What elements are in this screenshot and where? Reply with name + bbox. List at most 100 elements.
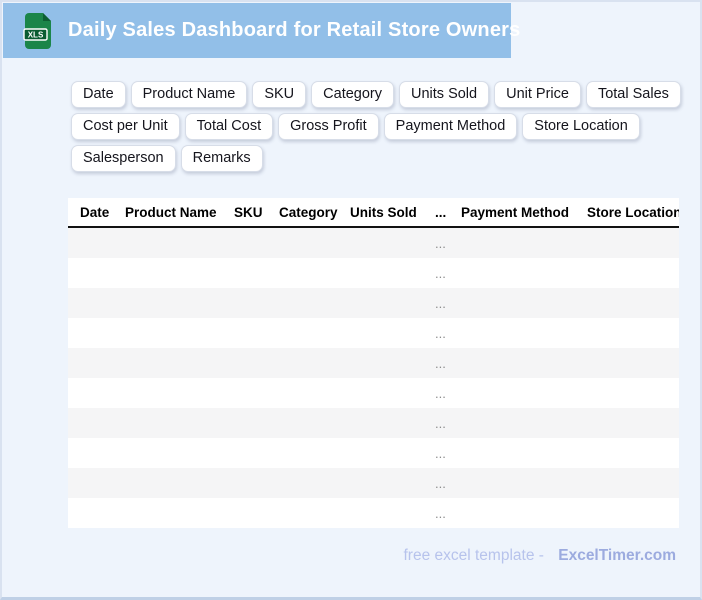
column-header-store-location: Store Location	[587, 198, 679, 228]
table-cell	[234, 498, 279, 528]
table-cell	[461, 408, 587, 438]
table-row-8: ...	[68, 438, 679, 468]
xls-file-icon: XLS	[23, 12, 51, 49]
table-cell	[461, 258, 587, 288]
column-header-sku: SKU	[234, 198, 279, 228]
table-cell	[587, 498, 679, 528]
table-cell	[461, 438, 587, 468]
table-cell	[587, 378, 679, 408]
field-chip-gross-profit[interactable]: Gross Profit	[278, 113, 379, 140]
field-chip-total-sales[interactable]: Total Sales	[585, 81, 681, 108]
table-row-2: ...	[68, 258, 679, 288]
table-cell	[279, 318, 350, 348]
table-cell	[461, 227, 587, 258]
table-cell	[279, 288, 350, 318]
table-cell: ...	[435, 408, 461, 438]
table-header-row: Date Product Name SKU Category Units Sold...…	[68, 198, 679, 228]
table-cell	[68, 288, 125, 318]
table-cell	[234, 468, 279, 498]
table-cell: ...	[435, 468, 461, 498]
column-header-ellipsis: ...	[435, 198, 461, 228]
table-cell	[68, 318, 125, 348]
table-row-10: ...	[68, 498, 679, 528]
table-cell	[350, 438, 435, 468]
footer-brand-link[interactable]: ExcelTimer.com	[558, 547, 676, 564]
field-chip-sku[interactable]: SKU	[252, 81, 307, 108]
table-cell: ...	[435, 227, 461, 258]
table-cell	[587, 348, 679, 378]
table-row-6: ...	[68, 378, 679, 408]
table-cell	[234, 408, 279, 438]
table-row-3: ...	[68, 288, 679, 318]
table-cell	[125, 288, 234, 318]
table-cell	[587, 318, 679, 348]
field-chip-date[interactable]: Date	[71, 81, 126, 108]
table-cell	[125, 348, 234, 378]
field-chip-salesperson[interactable]: Salesperson	[71, 145, 176, 172]
chip-row-2: Cost per Unit Total Cost Gross Profit Payme…	[71, 113, 681, 140]
field-chip-remarks[interactable]: Remarks	[180, 145, 263, 172]
table-row-4: ...	[68, 318, 679, 348]
table-cell	[125, 378, 234, 408]
chip-row-1: Date Product Name SKU Category Units Sold Uni…	[71, 81, 681, 108]
table-cell	[234, 258, 279, 288]
table-cell: ...	[435, 258, 461, 288]
table-cell	[587, 258, 679, 288]
field-chip-store-location[interactable]: Store Location	[522, 113, 640, 140]
table-cell	[350, 498, 435, 528]
table-cell	[125, 258, 234, 288]
table-cell	[461, 288, 587, 318]
field-chip-total-cost[interactable]: Total Cost	[184, 113, 274, 140]
table-cell	[279, 438, 350, 468]
table-cell	[125, 498, 234, 528]
table-cell	[461, 318, 587, 348]
table-cell	[125, 408, 234, 438]
table-cell	[350, 468, 435, 498]
table-cell: ...	[435, 348, 461, 378]
table-cell	[350, 348, 435, 378]
field-chip-unit-price[interactable]: Unit Price	[494, 81, 581, 108]
table-cell	[587, 438, 679, 468]
field-chip-category[interactable]: Category	[311, 81, 394, 108]
column-header-product-name: Product Name	[125, 198, 234, 228]
field-chip-payment-method[interactable]: Payment Method	[383, 113, 518, 140]
table-cell: ...	[435, 498, 461, 528]
table-cell	[68, 408, 125, 438]
footer: free excel template - ExcelTimer.com	[403, 547, 676, 565]
table-cell	[587, 468, 679, 498]
table-row-1: ...	[68, 227, 679, 258]
field-chip-product-name[interactable]: Product Name	[130, 81, 248, 108]
footer-free-text: free excel template -	[403, 547, 544, 564]
table-row-9: ...	[68, 468, 679, 498]
table-cell	[279, 408, 350, 438]
table-header: Date Product Name SKU Category Units Sold...…	[68, 198, 679, 228]
table-row-7: ...	[68, 408, 679, 438]
field-chip-cost-per-unit[interactable]: Cost per Unit	[71, 113, 180, 140]
table-cell	[587, 288, 679, 318]
table-cell	[587, 227, 679, 258]
table-cell: ...	[435, 288, 461, 318]
column-header-category: Category	[279, 198, 350, 228]
table-cell	[68, 438, 125, 468]
table-cell	[350, 318, 435, 348]
page: XLS Daily Sales Dashboard for Retail Sto…	[0, 0, 702, 600]
column-header-date: Date	[68, 198, 125, 228]
table-cell	[125, 318, 234, 348]
table-cell	[234, 227, 279, 258]
column-header-units-sold: Units Sold	[350, 198, 435, 228]
table-cell	[68, 258, 125, 288]
table-cell	[234, 348, 279, 378]
table-cell	[279, 258, 350, 288]
field-chip-units-sold[interactable]: Units Sold	[399, 81, 490, 108]
table-body: ..............................	[68, 227, 679, 528]
table-cell	[125, 438, 234, 468]
table-cell	[234, 318, 279, 348]
column-header-payment-method: Payment Method	[461, 198, 587, 228]
table-cell	[279, 378, 350, 408]
table-cell	[461, 378, 587, 408]
table-cell	[350, 288, 435, 318]
table-cell	[234, 438, 279, 468]
table-cell	[350, 227, 435, 258]
table-cell	[461, 348, 587, 378]
sales-table: Date Product Name SKU Category Units Sold...…	[68, 198, 679, 528]
